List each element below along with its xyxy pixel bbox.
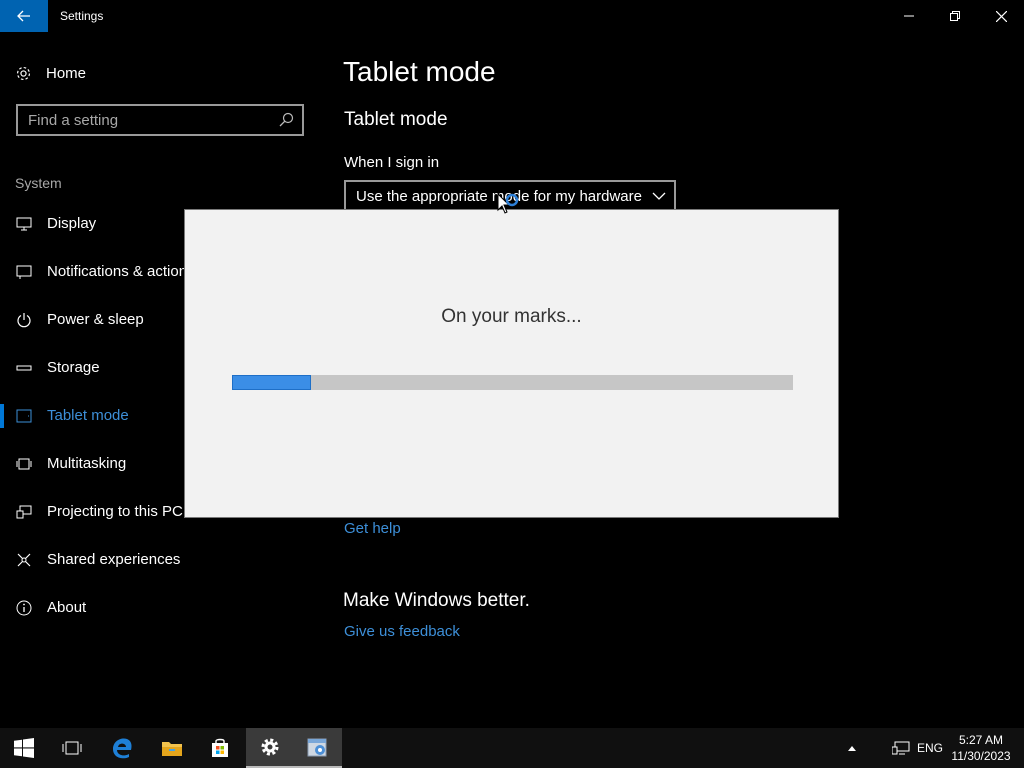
restore-button[interactable]: [932, 0, 978, 32]
task-view-button[interactable]: [48, 728, 96, 768]
edge-icon: [113, 738, 132, 759]
page-title: Tablet mode: [343, 56, 496, 87]
sidebar-item-label: Display: [47, 215, 97, 232]
store-button[interactable]: [196, 728, 244, 768]
sidebar-item-multitasking[interactable]: Multitasking: [0, 444, 185, 484]
search-input[interactable]: [28, 111, 268, 129]
give-feedback-link[interactable]: Give us feedback: [344, 623, 460, 640]
task-view-icon: [62, 741, 82, 755]
search-icon[interactable]: [278, 112, 294, 128]
chevron-up-icon: [848, 746, 856, 751]
sidebar-item-label: Multitasking: [47, 455, 127, 472]
start-icon: [14, 738, 34, 758]
sidebar-item-label: Storage: [47, 359, 100, 376]
taskbar: ENG 5:27 AM 11/30/2023: [0, 728, 1024, 768]
notifications-icon: [16, 265, 32, 279]
clock-time: 5:27 AM: [958, 733, 1004, 747]
search-box[interactable]: [16, 104, 304, 136]
settings-icon: [261, 738, 279, 756]
chevron-down-icon: [652, 192, 666, 200]
sidebar-item-projecting[interactable]: Projecting to this PC: [0, 492, 185, 532]
busy-cursor-icon: [497, 193, 519, 214]
nav-home[interactable]: Home: [15, 62, 86, 84]
clock-date: 11/30/2023: [951, 749, 1011, 763]
nav-home-label: Home: [46, 64, 87, 82]
section-label-system: System: [15, 175, 62, 191]
progress-fill: [232, 375, 311, 390]
app-icon: [307, 738, 327, 757]
title-bar: Settings: [0, 0, 1024, 32]
storage-icon: [16, 365, 32, 371]
network-button[interactable]: [888, 728, 914, 768]
sidebar-item-notifications[interactable]: Notifications & actions: [0, 252, 185, 292]
clock[interactable]: 5:27 AM 11/30/2023: [948, 732, 1014, 764]
tablet-icon: [16, 409, 32, 423]
sidebar-item-shared[interactable]: Shared experiences: [0, 540, 185, 580]
window-title: Settings: [60, 9, 104, 23]
settings-taskbar-button[interactable]: [246, 728, 294, 768]
minimize-button[interactable]: [886, 0, 932, 32]
edge-button[interactable]: [98, 728, 146, 768]
sidebar-item-tablet-mode[interactable]: Tablet mode: [0, 396, 185, 436]
close-button[interactable]: [978, 0, 1024, 32]
sidebar-item-storage[interactable]: Storage: [0, 348, 185, 388]
restore-icon: [950, 11, 960, 21]
projecting-icon: [16, 505, 32, 519]
app-taskbar-button[interactable]: [294, 728, 342, 768]
when-sign-in-label: When I sign in: [344, 154, 440, 171]
minimize-icon: [904, 15, 914, 17]
loading-dialog: On your marks...: [184, 209, 839, 518]
gear-icon: [16, 66, 31, 80]
active-indicator: [0, 404, 4, 428]
sidebar-item-label: Notifications & actions: [47, 263, 185, 280]
back-button[interactable]: [0, 0, 48, 32]
network-icon: [892, 741, 910, 755]
section-title: Tablet mode: [344, 109, 448, 130]
start-button[interactable]: [0, 728, 48, 768]
language-indicator[interactable]: ENG: [914, 728, 946, 768]
back-arrow-icon: [17, 10, 30, 22]
sidebar-item-label: Projecting to this PC: [47, 503, 183, 520]
progress-bar: [232, 375, 793, 390]
store-icon: [212, 738, 228, 757]
sidebar-item-label: Shared experiences: [47, 551, 181, 568]
sidebar-item-label: Tablet mode: [47, 407, 129, 424]
get-help-link[interactable]: Get help: [344, 520, 401, 537]
show-hidden-icons-button[interactable]: [842, 728, 862, 768]
multitasking-icon: [16, 458, 32, 470]
monitor-icon: [16, 217, 32, 231]
shared-icon: [17, 553, 31, 567]
sidebar-item-power[interactable]: Power & sleep: [0, 300, 185, 340]
sidebar-item-label: About: [47, 599, 87, 616]
dialog-message: On your marks...: [441, 306, 582, 327]
sidebar-item-about[interactable]: About: [0, 588, 185, 628]
file-explorer-button[interactable]: [148, 728, 196, 768]
file-explorer-icon: [162, 742, 182, 756]
info-icon: [16, 600, 32, 616]
close-icon: [995, 10, 1007, 22]
sidebar-item-label: Power & sleep: [47, 311, 144, 328]
make-windows-better-heading: Make Windows better.: [343, 590, 530, 611]
power-icon: [17, 313, 31, 328]
sidebar-item-display[interactable]: Display: [0, 204, 185, 244]
